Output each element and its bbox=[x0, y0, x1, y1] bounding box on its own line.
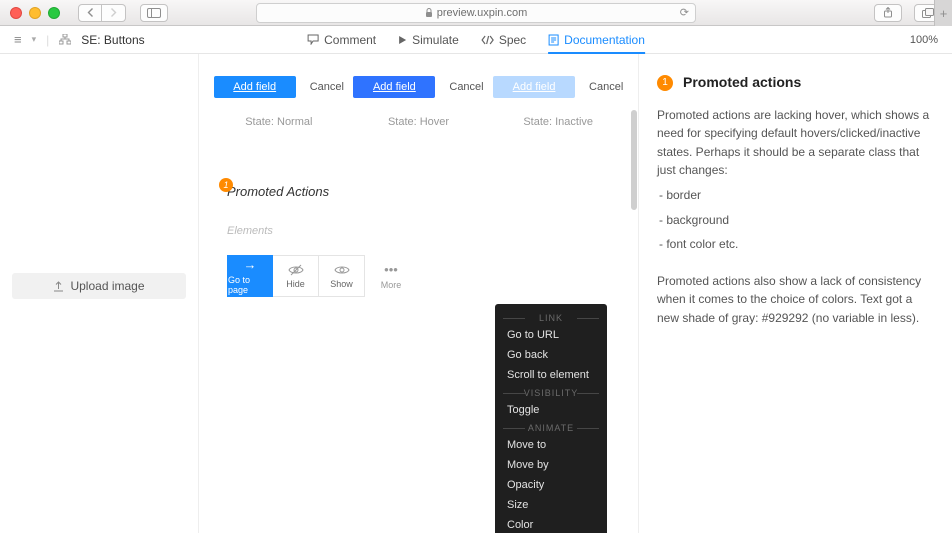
tab-spec-label: Spec bbox=[499, 33, 526, 47]
dropdown-item-scroll-to-element[interactable]: Scroll to element bbox=[495, 365, 607, 385]
url-text: preview.uxpin.com bbox=[437, 7, 528, 19]
card-show-label: Show bbox=[330, 279, 353, 289]
tab-documentation-label: Documentation bbox=[564, 33, 645, 47]
state-label-normal: State: Normal bbox=[245, 116, 312, 128]
maximize-window-button[interactable] bbox=[48, 7, 60, 19]
doc-title: Promoted actions bbox=[683, 72, 801, 94]
card-hide-label: Hide bbox=[286, 279, 305, 289]
card-show[interactable]: Show bbox=[319, 255, 365, 297]
sitemap-icon[interactable] bbox=[59, 34, 71, 45]
dropdown-section-link: LINK bbox=[495, 310, 607, 325]
browser-titlebar: preview.uxpin.com ⟳ + bbox=[0, 0, 952, 26]
dropdown-section-animate: ANIMATE bbox=[495, 420, 607, 435]
app-toolbar: ≡ ▾ | SE: Buttons Comment Simulate Spec … bbox=[0, 26, 952, 54]
chevron-down-icon[interactable]: ▾ bbox=[32, 34, 37, 45]
eye-off-icon bbox=[288, 264, 304, 276]
canvas-scrollbar[interactable] bbox=[630, 54, 638, 533]
tab-documentation[interactable]: Documentation bbox=[548, 33, 645, 54]
arrow-right-icon: → bbox=[244, 257, 257, 272]
card-more-label: More bbox=[381, 280, 402, 290]
cancel-link-inactive[interactable]: Cancel bbox=[589, 81, 623, 93]
state-label-hover: State: Hover bbox=[388, 116, 449, 128]
dropdown-item-size[interactable]: Size bbox=[495, 495, 607, 515]
upload-label: Upload image bbox=[70, 279, 144, 293]
add-field-button-inactive[interactable]: Add field bbox=[493, 76, 575, 98]
close-window-button[interactable] bbox=[10, 7, 22, 19]
left-sidebar: Upload image bbox=[0, 54, 199, 533]
design-canvas: Add field Cancel State: Normal Add field… bbox=[199, 54, 638, 533]
elements-label: Elements bbox=[227, 225, 628, 237]
zoom-level[interactable]: 100% bbox=[910, 34, 938, 46]
tab-comment-label: Comment bbox=[324, 33, 376, 47]
card-go-to-page[interactable]: → Go to page bbox=[227, 255, 273, 297]
dropdown-item-go-to-url[interactable]: Go to URL bbox=[495, 325, 607, 345]
section-promoted-actions: 1 Promoted Actions bbox=[227, 184, 628, 199]
dropdown-section-visibility: VISIBILITY bbox=[495, 385, 607, 400]
tab-comment[interactable]: Comment bbox=[307, 33, 376, 47]
add-field-button-hover[interactable]: Add field bbox=[353, 76, 435, 98]
more-icon: ••• bbox=[384, 262, 398, 277]
share-button[interactable] bbox=[874, 4, 902, 22]
nav-buttons bbox=[78, 4, 126, 22]
scrollbar-thumb[interactable] bbox=[631, 110, 637, 210]
breadcrumb: ≡ ▾ | SE: Buttons bbox=[14, 32, 145, 47]
lock-icon bbox=[425, 8, 433, 18]
dropdown-item-toggle[interactable]: Toggle bbox=[495, 400, 607, 420]
upload-image-button[interactable]: Upload image bbox=[12, 273, 186, 299]
page-title[interactable]: SE: Buttons bbox=[81, 33, 144, 47]
doc-paragraph-2: Promoted actions also show a lack of con… bbox=[657, 272, 934, 328]
forward-button[interactable] bbox=[102, 4, 126, 22]
documentation-panel: 1 Promoted actions Promoted actions are … bbox=[638, 54, 952, 533]
back-button[interactable] bbox=[78, 4, 102, 22]
card-hide[interactable]: Hide bbox=[273, 255, 319, 297]
doc-bullet-font-color: - font color etc. bbox=[659, 235, 934, 254]
window-controls bbox=[10, 7, 60, 19]
minimize-window-button[interactable] bbox=[29, 7, 41, 19]
section-title-text: Promoted Actions bbox=[227, 184, 329, 199]
more-dropdown: LINK Go to URL Go back Scroll to element… bbox=[495, 304, 607, 533]
cancel-link-normal[interactable]: Cancel bbox=[310, 81, 344, 93]
tab-simulate[interactable]: Simulate bbox=[398, 33, 459, 47]
card-more[interactable]: ••• More bbox=[373, 255, 409, 297]
dropdown-item-move-by[interactable]: Move by bbox=[495, 455, 607, 475]
state-label-inactive: State: Inactive bbox=[523, 116, 593, 128]
dropdown-item-color[interactable]: Color bbox=[495, 515, 607, 533]
upload-icon bbox=[53, 281, 64, 292]
doc-bullet-border: - border bbox=[659, 186, 934, 205]
tab-spec[interactable]: Spec bbox=[481, 33, 526, 47]
annotation-pin-1[interactable]: 1 bbox=[219, 178, 233, 192]
action-cards: → Go to page Hide Show ••• More bbox=[227, 255, 628, 297]
play-icon bbox=[398, 35, 407, 45]
menu-icon[interactable]: ≡ bbox=[14, 32, 22, 47]
tab-simulate-label: Simulate bbox=[412, 33, 459, 47]
doc-paragraph-1: Promoted actions are lacking hover, whic… bbox=[657, 106, 934, 180]
cancel-link-hover[interactable]: Cancel bbox=[449, 81, 483, 93]
card-go-to-page-label: Go to page bbox=[228, 275, 272, 295]
safari-sidebar-button[interactable] bbox=[140, 4, 168, 22]
add-field-button-normal[interactable]: Add field bbox=[214, 76, 296, 98]
address-bar[interactable]: preview.uxpin.com ⟳ bbox=[256, 3, 696, 23]
code-icon bbox=[481, 35, 494, 45]
dropdown-item-move-to[interactable]: Move to bbox=[495, 435, 607, 455]
dropdown-item-go-back[interactable]: Go back bbox=[495, 345, 607, 365]
new-tab-button[interactable]: + bbox=[934, 0, 952, 26]
eye-icon bbox=[334, 264, 350, 276]
doc-pin-1[interactable]: 1 bbox=[657, 75, 673, 91]
dropdown-item-opacity[interactable]: Opacity bbox=[495, 475, 607, 495]
doc-icon bbox=[548, 34, 559, 46]
comment-icon bbox=[307, 34, 319, 45]
doc-bullet-background: - background bbox=[659, 211, 934, 230]
reload-icon[interactable]: ⟳ bbox=[680, 6, 689, 19]
